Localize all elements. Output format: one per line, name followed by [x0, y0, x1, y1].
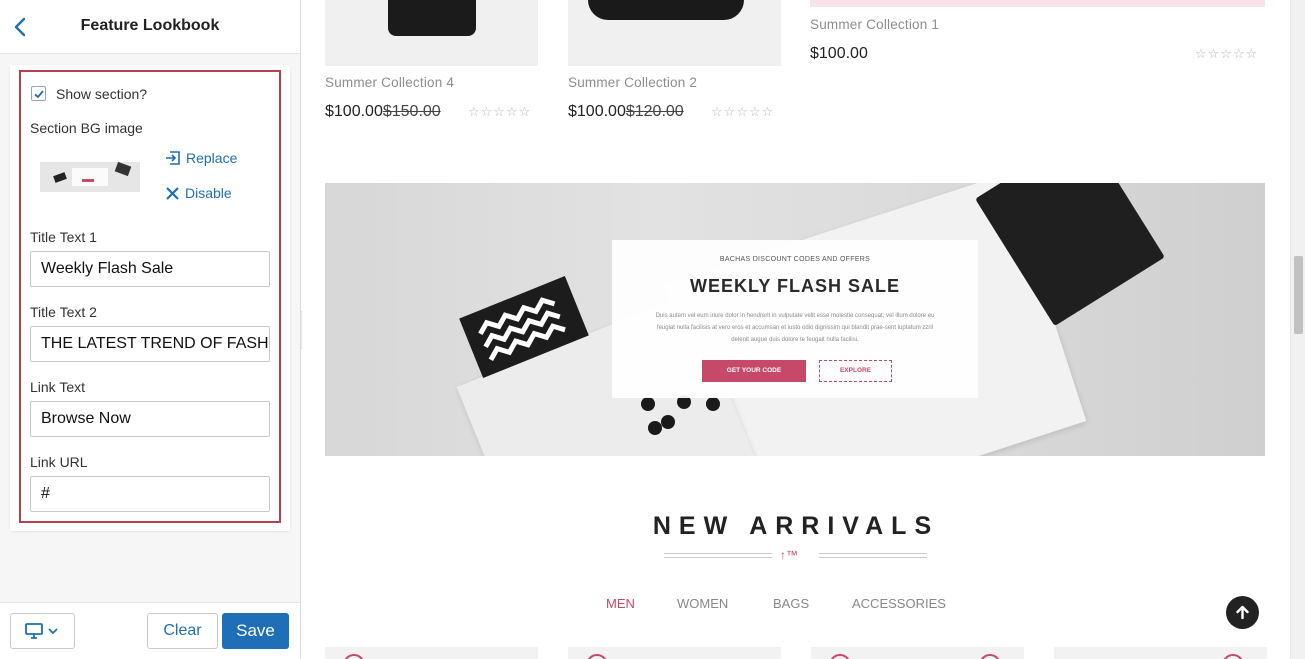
- desktop-icon: [25, 623, 43, 639]
- show-section-label: Show section?: [56, 86, 148, 102]
- link-url-input[interactable]: #: [30, 476, 270, 512]
- tab-men[interactable]: MEN: [606, 596, 635, 611]
- disable-label: Disable: [185, 185, 232, 201]
- product-image[interactable]: [325, 0, 538, 66]
- banner-content-card: BACHAS DISCOUNT CODES AND OFFERS WEEKLY …: [612, 240, 978, 398]
- product-name[interactable]: Summer Collection 1: [810, 17, 939, 32]
- bg-image-thumbnail[interactable]: [40, 162, 140, 192]
- heading-ornament-icon: ↑™: [780, 548, 798, 562]
- arrow-up-icon: [1236, 605, 1249, 619]
- explore-button[interactable]: EXPLORE: [819, 360, 892, 382]
- close-icon: [166, 186, 179, 200]
- link-text-label: Link Text: [30, 379, 85, 395]
- disable-button[interactable]: Disable: [165, 185, 232, 201]
- banner-dot: [661, 415, 675, 429]
- new-arrivals-heading: NEW ARRIVALS: [652, 512, 940, 540]
- banner-title: WEEKLY FLASH SALE: [689, 276, 901, 296]
- product-image[interactable]: [568, 0, 781, 66]
- product-card[interactable]: [568, 647, 781, 659]
- banner-dot: [641, 397, 655, 411]
- scroll-to-top-button[interactable]: [1226, 596, 1259, 629]
- banner-dot: [648, 421, 662, 435]
- product-price-current: $100.00: [810, 45, 868, 62]
- replace-button[interactable]: Replace: [165, 150, 237, 166]
- product-price-old: $150.00: [382, 103, 441, 120]
- rating-stars: ☆☆☆☆☆: [468, 104, 532, 119]
- product-price-current: $100.00: [325, 103, 383, 120]
- tab-bags[interactable]: BAGS: [773, 596, 809, 611]
- product-card[interactable]: [811, 647, 1024, 659]
- tab-women[interactable]: WOMEN: [677, 596, 728, 611]
- save-button[interactable]: Save: [222, 613, 289, 649]
- panel-title: Feature Lookbook: [80, 17, 220, 34]
- product-name[interactable]: Summer Collection 2: [568, 75, 697, 90]
- device-preview-dropdown[interactable]: [10, 613, 75, 649]
- banner-dot: [706, 397, 720, 411]
- banner-eyebrow: BACHAS DISCOUNT CODES AND OFFERS: [719, 256, 871, 263]
- link-text-input[interactable]: Browse Now: [30, 401, 270, 437]
- heading-divider: [664, 553, 772, 558]
- panel-header: Feature Lookbook: [0, 0, 300, 54]
- scrollbar-thumb[interactable]: [1294, 256, 1303, 334]
- tab-accessories[interactable]: ACCESSORIES: [852, 596, 946, 611]
- title-text-2-input[interactable]: THE LATEST TREND OF FASHION: [30, 326, 270, 362]
- product-price: $100.00: [810, 45, 868, 63]
- chevron-down-icon: [48, 628, 58, 635]
- rating-stars: ☆☆☆☆☆: [711, 104, 775, 119]
- product-card[interactable]: [325, 647, 538, 659]
- product-card[interactable]: [1054, 647, 1267, 659]
- product-image[interactable]: [810, 0, 1265, 7]
- show-section-checkbox[interactable]: [31, 86, 46, 101]
- title-text-1-label: Title Text 1: [30, 229, 97, 245]
- clear-button[interactable]: Clear: [147, 613, 218, 649]
- get-your-code-button[interactable]: GET YOUR CODE: [702, 360, 806, 382]
- product-name[interactable]: Summer Collection 4: [325, 75, 454, 90]
- product-price-old: $120.00: [625, 103, 684, 120]
- product-price: $100.00$120.00: [568, 103, 684, 121]
- title-text-1-input[interactable]: Weekly Flash Sale: [30, 251, 270, 287]
- heading-divider: [819, 553, 927, 558]
- replace-label: Replace: [186, 150, 238, 166]
- store-preview: Summer Collection 4 $100.00$150.00 ☆☆☆☆☆…: [302, 0, 1290, 659]
- replace-icon: [166, 151, 180, 165]
- product-price: $100.00$150.00: [325, 103, 441, 121]
- rating-stars: ☆☆☆☆☆: [1195, 46, 1259, 61]
- bg-image-label: Section BG image: [30, 120, 143, 136]
- banner-body-text: Duis autem vel eum iriure dolor in hendr…: [655, 313, 935, 343]
- link-url-label: Link URL: [30, 454, 88, 470]
- feature-lookbook-banner: BACHAS DISCOUNT CODES AND OFFERS WEEKLY …: [325, 183, 1265, 456]
- product-price-current: $100.00: [568, 103, 626, 120]
- title-text-2-label: Title Text 2: [30, 304, 97, 320]
- page-scrollbar[interactable]: [1290, 0, 1305, 659]
